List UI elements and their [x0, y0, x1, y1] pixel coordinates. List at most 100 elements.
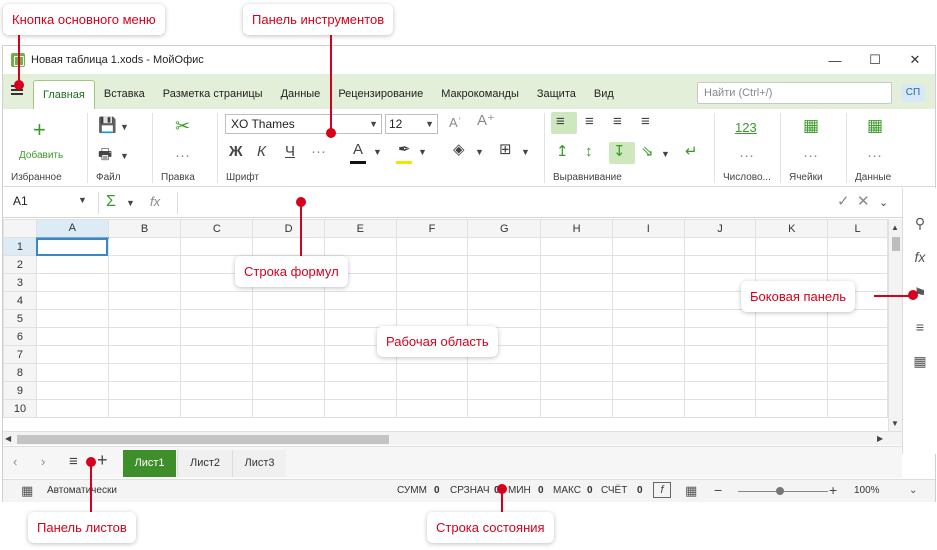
row-header[interactable]: 3 [3, 273, 37, 292]
font-size-select[interactable]: 12 ▼ [385, 114, 438, 134]
cell[interactable] [683, 255, 757, 274]
cell[interactable] [107, 291, 182, 310]
horizontal-scrollbar[interactable]: ◀ ▶ [3, 431, 902, 445]
cell[interactable] [755, 255, 829, 274]
tab-home[interactable]: Главная [33, 80, 95, 109]
chevron-down-icon[interactable]: ▼ [120, 147, 129, 165]
work-area[interactable]: A B C D E F G H I J K L 1 2 3 4 5 6 7 8 … [3, 219, 888, 431]
cell[interactable] [252, 381, 325, 400]
zoom-out-icon[interactable]: − [714, 481, 722, 499]
cell[interactable] [683, 381, 757, 400]
cell[interactable] [180, 291, 254, 310]
highlight-icon[interactable]: ✒ [398, 141, 411, 159]
cell[interactable] [252, 399, 325, 418]
align-left-icon[interactable]: ≡ [556, 113, 565, 131]
cell[interactable] [467, 291, 542, 310]
column-header[interactable]: G [467, 219, 542, 238]
user-avatar[interactable]: СП [901, 84, 925, 102]
cell[interactable] [467, 363, 542, 382]
cell[interactable] [395, 309, 469, 328]
cell[interactable] [827, 237, 888, 256]
sheet-tab-1[interactable]: Лист1 [123, 450, 176, 477]
cell[interactable] [827, 309, 888, 328]
more-font-icon[interactable]: ··· [311, 143, 326, 161]
cell[interactable] [755, 363, 829, 382]
save-icon[interactable]: 💾 [98, 117, 117, 135]
cell-selected[interactable] [35, 237, 109, 256]
cell[interactable] [35, 399, 109, 418]
cell[interactable] [323, 237, 397, 256]
cell[interactable] [107, 309, 182, 328]
cell[interactable] [323, 363, 397, 382]
cell[interactable] [827, 363, 888, 382]
cell[interactable] [755, 345, 829, 364]
table-settings-icon[interactable]: ▦ [911, 352, 929, 370]
confirm-icon[interactable]: ✓ [837, 193, 850, 211]
more-icon[interactable]: ··· [739, 147, 754, 165]
cell[interactable] [467, 237, 542, 256]
sheet-tab-3[interactable]: Лист3 [232, 450, 286, 477]
minimize-button[interactable]: — [815, 46, 855, 74]
cell[interactable] [467, 399, 542, 418]
prev-sheet-icon[interactable]: ‹ [13, 453, 17, 471]
italic-button[interactable]: К [257, 143, 266, 161]
cell[interactable] [540, 327, 613, 346]
font-color-icon[interactable]: A [353, 141, 363, 159]
cell[interactable] [395, 363, 469, 382]
function-icon[interactable]: fx [911, 248, 929, 266]
cell[interactable] [827, 327, 888, 346]
cell[interactable] [107, 255, 182, 274]
cell[interactable] [323, 309, 397, 328]
formula-input[interactable] [183, 192, 823, 214]
cell[interactable] [107, 273, 182, 292]
tab-view[interactable]: Вид [585, 80, 623, 109]
horizontal-scroll-thumb[interactable] [17, 435, 389, 444]
row-header[interactable]: 4 [3, 291, 37, 310]
row-header[interactable]: 2 [3, 255, 37, 274]
function-status-icon[interactable]: f [653, 482, 671, 498]
cell[interactable] [35, 291, 109, 310]
cell[interactable] [252, 363, 325, 382]
cell[interactable] [611, 345, 685, 364]
cell[interactable] [35, 381, 109, 400]
sheet-tab-2[interactable]: Лист2 [177, 450, 232, 477]
cell[interactable] [107, 345, 182, 364]
cell[interactable] [611, 273, 685, 292]
cell[interactable] [252, 327, 325, 346]
cell[interactable] [395, 291, 469, 310]
zoom-level[interactable]: 100% [854, 485, 880, 496]
cell[interactable] [611, 255, 685, 274]
table-icon[interactable]: ▦ [867, 117, 883, 135]
cell[interactable] [755, 381, 829, 400]
cell[interactable] [107, 399, 182, 418]
cell[interactable] [180, 327, 254, 346]
chevron-down-icon[interactable]: ▼ [521, 143, 530, 161]
column-header[interactable]: E [323, 219, 397, 238]
chevron-down-icon[interactable]: ▼ [120, 118, 129, 136]
column-header[interactable]: B [107, 219, 182, 238]
cell[interactable] [252, 309, 325, 328]
cell[interactable] [540, 291, 613, 310]
chevron-down-icon[interactable]: ▼ [661, 145, 670, 163]
cell[interactable] [540, 273, 613, 292]
select-all-corner[interactable] [3, 219, 37, 238]
add-icon[interactable]: + [33, 119, 46, 141]
zoom-slider-knob[interactable] [776, 487, 784, 495]
cell[interactable] [323, 291, 397, 310]
cell[interactable] [395, 273, 469, 292]
add-button-label[interactable]: Добавить [19, 147, 63, 165]
format-clear-icon[interactable]: ≡ [911, 318, 929, 336]
cell[interactable] [180, 309, 254, 328]
column-header[interactable]: F [395, 219, 469, 238]
cell[interactable] [180, 381, 254, 400]
cell[interactable] [107, 237, 182, 256]
cell[interactable] [540, 363, 613, 382]
tab-macros[interactable]: Макрокоманды [432, 80, 528, 109]
column-header[interactable]: C [180, 219, 254, 238]
cell[interactable] [35, 327, 109, 346]
chevron-down-icon[interactable]: ▼ [78, 195, 87, 205]
cells-icon[interactable]: ▦ [803, 117, 819, 135]
cell[interactable] [252, 345, 325, 364]
cell[interactable] [683, 309, 757, 328]
cell[interactable] [107, 327, 182, 346]
